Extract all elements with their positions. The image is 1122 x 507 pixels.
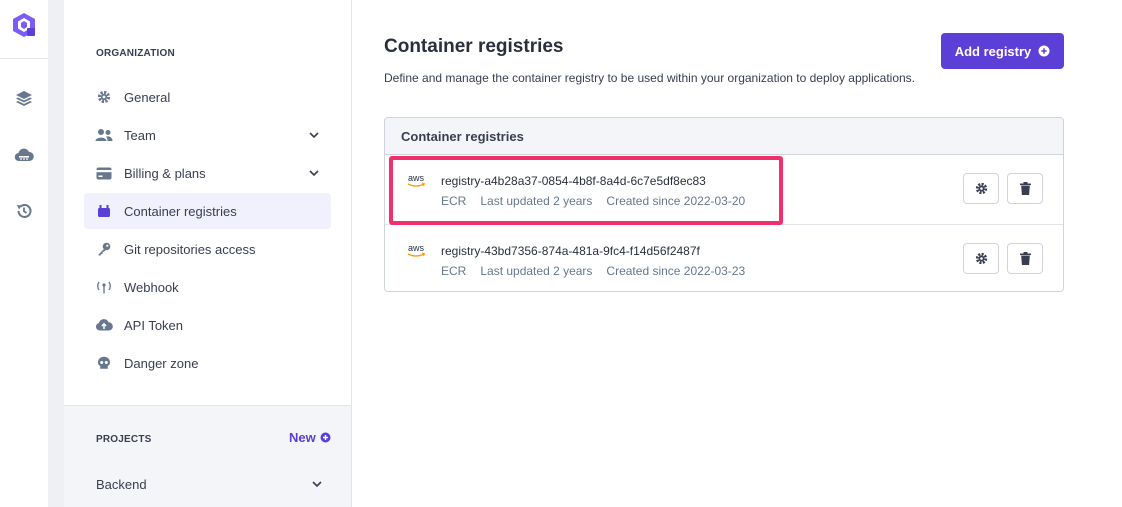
sidebar-item-billing[interactable]: Billing & plans — [84, 155, 331, 191]
layers-icon[interactable] — [13, 88, 35, 110]
sidebar-item-danger-zone[interactable]: Danger zone — [84, 345, 331, 381]
cloud-upload-icon — [95, 316, 113, 334]
sidebar-item-git-access[interactable]: Git repositories access — [84, 231, 331, 267]
new-project-label: New — [289, 430, 316, 445]
registry-delete-button[interactable] — [1007, 243, 1043, 274]
sidebar-item-label: Webhook — [124, 279, 179, 295]
registry-created: Created since 2022-03-20 — [606, 194, 746, 208]
sidebar-item-label: General — [124, 89, 171, 105]
organization-section-title: Organization — [96, 48, 175, 59]
sidebar-item-webhook[interactable]: Webhook — [84, 269, 331, 305]
icon-rail — [0, 0, 48, 507]
rail-gutter — [48, 0, 64, 507]
registry-updated: Last updated 2 years — [480, 194, 593, 208]
project-name: Backend — [96, 476, 147, 492]
chevron-down-icon — [309, 132, 319, 139]
trash-icon — [1019, 252, 1031, 265]
registry-row: aws registry-43bd7356-874a-481a-9fc4-f14… — [385, 224, 1063, 291]
registry-delete-button[interactable] — [1007, 173, 1043, 204]
registry-updated: Last updated 2 years — [480, 264, 593, 278]
main-content: Container registries Define and manage t… — [352, 0, 1122, 507]
chevron-down-icon — [312, 481, 322, 488]
skull-icon — [95, 354, 113, 372]
sidebar-item-label: Git repositories access — [124, 241, 256, 257]
add-registry-label: Add registry — [954, 43, 1032, 59]
history-icon[interactable] — [13, 200, 35, 222]
gear-icon — [975, 182, 987, 195]
registry-name: registry-a4b28a37-0854-4b8f-8a4d-6c7e5df… — [441, 174, 706, 188]
gear-icon — [975, 252, 987, 265]
sidebar-item-label: Danger zone — [124, 355, 199, 371]
sidebar-item-label: Container registries — [124, 203, 237, 219]
registry-kind: ECR — [441, 264, 467, 278]
rail-divider — [0, 58, 48, 59]
trash-icon — [1019, 182, 1031, 195]
registry-meta: ECR Last updated 2 years Created since 2… — [441, 194, 745, 208]
plus-circle-icon — [320, 432, 331, 443]
panel-title: Container registries — [385, 118, 1063, 155]
add-registry-button[interactable]: Add registry — [941, 33, 1064, 69]
registry-created: Created since 2022-03-23 — [606, 264, 746, 278]
sidebar-item-label: API Token — [124, 317, 184, 333]
plus-circle-icon — [1038, 45, 1050, 57]
settings-sidebar: Organization General Team Billing & plan… — [64, 0, 352, 507]
registry-row: aws registry-a4b28a37-0854-4b8f-8a4d-6c7… — [385, 155, 1063, 224]
page-title: Container registries — [384, 36, 564, 57]
aws-icon: aws — [407, 243, 426, 257]
projects-section-title: Projects — [96, 434, 152, 445]
chevron-down-icon — [309, 170, 319, 177]
project-selector[interactable]: Backend — [96, 474, 324, 494]
sidebar-item-team[interactable]: Team — [84, 117, 331, 153]
sidebar-item-label: Team — [124, 127, 156, 143]
new-project-button[interactable]: New — [289, 430, 331, 445]
cloud-icon[interactable] — [13, 144, 35, 166]
registries-panel: Container registries aws registry-a4b28a… — [384, 117, 1064, 292]
gear-icon — [95, 88, 113, 106]
registry-settings-button[interactable] — [963, 243, 999, 274]
sidebar-item-container-registries[interactable]: Container registries — [84, 193, 331, 229]
users-icon — [95, 126, 113, 144]
svg-text:aws: aws — [408, 173, 425, 183]
qovery-logo-icon[interactable] — [10, 11, 38, 39]
sidebar-item-api-token[interactable]: API Token — [84, 307, 331, 343]
key-icon — [95, 240, 113, 258]
svg-text:aws: aws — [408, 243, 425, 253]
sidebar-item-general[interactable]: General — [84, 79, 331, 115]
page-description: Define and manage the container registry… — [384, 71, 915, 85]
registry-kind: ECR — [441, 194, 467, 208]
registry-meta: ECR Last updated 2 years Created since 2… — [441, 264, 745, 278]
registry-settings-button[interactable] — [963, 173, 999, 204]
credit-card-icon — [95, 164, 113, 182]
box-icon — [95, 202, 113, 220]
sidebar-item-label: Billing & plans — [124, 165, 206, 181]
registry-name: registry-43bd7356-874a-481a-9fc4-f14d56f… — [441, 244, 700, 258]
antenna-icon — [95, 278, 113, 296]
aws-icon: aws — [407, 173, 426, 187]
